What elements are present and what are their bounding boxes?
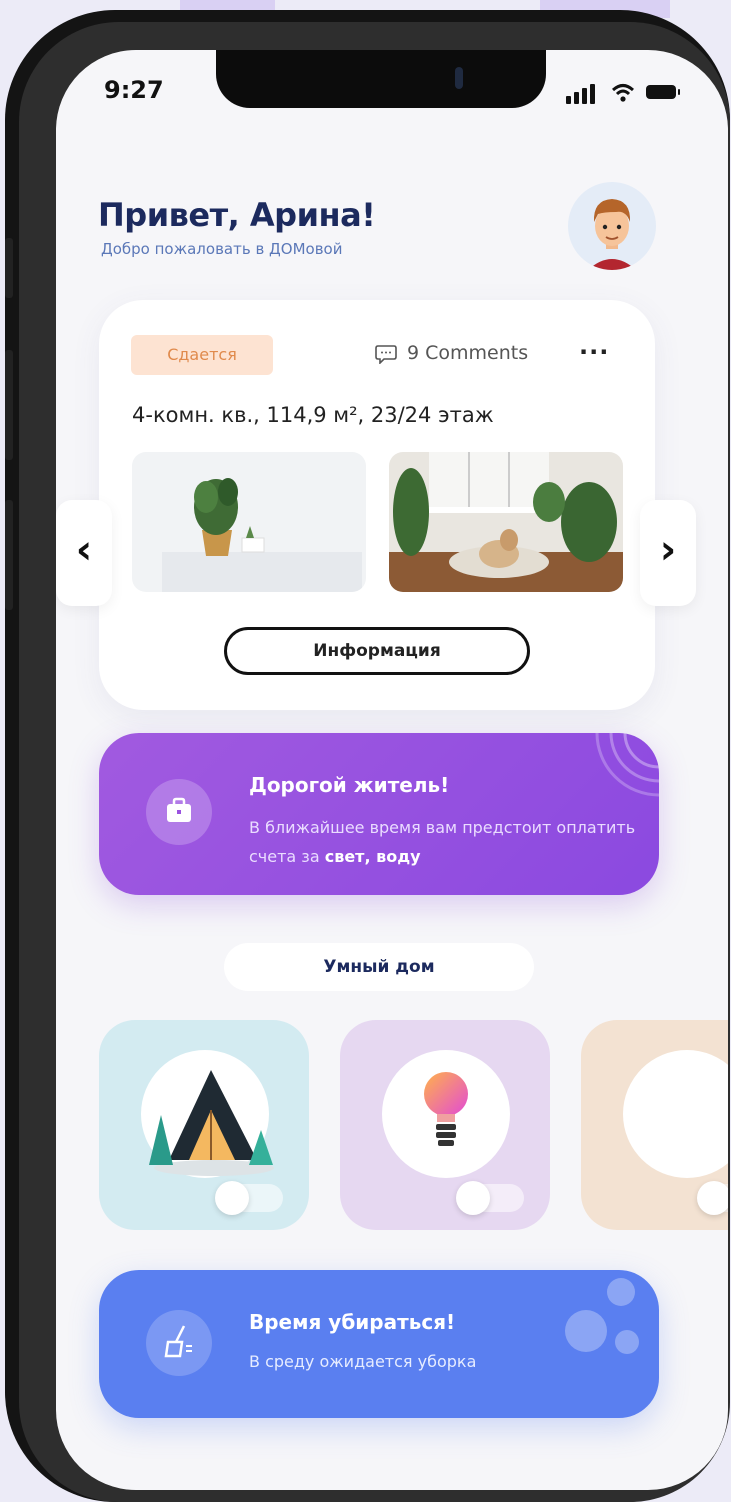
phone-frame: 9:27 Привет, Арина! Добро пожаловать в Д… bbox=[5, 10, 730, 1502]
notch bbox=[216, 50, 546, 108]
broom-icon bbox=[146, 1310, 212, 1376]
notice-card[interactable]: Дорогой житель! В ближайшее время вам пр… bbox=[99, 733, 659, 895]
info-button[interactable]: Информация bbox=[224, 627, 530, 675]
a-frame-house-icon bbox=[149, 1070, 274, 1176]
smart-device-tile[interactable] bbox=[581, 1020, 728, 1230]
app-screen: 9:27 Привет, Арина! Добро пожаловать в Д… bbox=[56, 50, 728, 1490]
prev-arrow-button[interactable]: ‹ bbox=[56, 500, 112, 606]
cleaning-card[interactable]: Время убираться! В среду ожидается уборк… bbox=[99, 1270, 659, 1418]
next-arrow-button[interactable]: › bbox=[640, 500, 696, 606]
status-time: 9:27 bbox=[104, 76, 164, 104]
comment-icon[interactable] bbox=[375, 344, 397, 364]
status-icons bbox=[566, 80, 686, 104]
cleaning-text: В среду ожидается уборка bbox=[249, 1352, 477, 1371]
listing-photo[interactable] bbox=[389, 452, 623, 592]
notice-title: Дорогой житель! bbox=[249, 773, 450, 797]
avatar[interactable] bbox=[568, 182, 656, 270]
listing-description: 4-комн. кв., 114,9 м², 23/24 этаж bbox=[132, 403, 494, 427]
cleaning-title: Время убираться! bbox=[249, 1310, 456, 1334]
battery-icon bbox=[646, 85, 680, 99]
greeting-title: Привет, Арина! bbox=[98, 196, 376, 234]
briefcase-icon bbox=[146, 779, 212, 845]
listing-card: Сдается 9 Comments ··· 4-комн. кв., 114,… bbox=[99, 300, 655, 710]
notice-text: В ближайшее время вам предстоит оплатить… bbox=[249, 818, 636, 866]
wifi-icon bbox=[612, 84, 634, 102]
comments-link[interactable]: 9 Comments bbox=[407, 342, 528, 364]
more-options-icon[interactable]: ··· bbox=[579, 338, 609, 366]
lightbulb-icon bbox=[424, 1072, 468, 1146]
device-toggle[interactable] bbox=[697, 1181, 728, 1215]
notice-text-bold: свет, воду bbox=[324, 847, 421, 866]
listing-photo[interactable] bbox=[132, 452, 366, 592]
device-toggle[interactable] bbox=[215, 1181, 283, 1215]
smart-home-section-title[interactable]: Умный дом bbox=[224, 943, 534, 991]
status-badge: Сдается bbox=[131, 335, 273, 375]
device-toggle[interactable] bbox=[456, 1181, 524, 1215]
camera-icon bbox=[455, 67, 463, 89]
smart-device-tile[interactable] bbox=[99, 1020, 309, 1230]
welcome-subtitle: Добро пожаловать в ДОМовой bbox=[101, 240, 343, 258]
smart-device-tile[interactable] bbox=[340, 1020, 550, 1230]
